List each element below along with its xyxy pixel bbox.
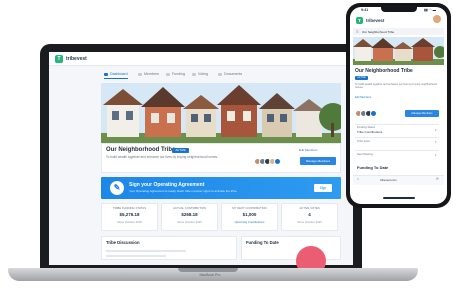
back-icon[interactable]: < xyxy=(357,177,359,181)
stat-value: $1,000 xyxy=(242,212,257,217)
nav-tab-documents[interactable]: Documents xyxy=(218,70,242,79)
phone-tribe-status-badge: ACTIVE xyxy=(355,76,368,80)
discussion-preview-line xyxy=(106,250,186,252)
dashboard-icon xyxy=(104,72,108,76)
upcoming-contributions-link[interactable]: Upcoming Contributions xyxy=(221,220,278,224)
phone-tribe-selector-label: Our Neighborhood Tribe xyxy=(362,30,395,34)
stat-value: $268.18 xyxy=(181,212,198,217)
chevron-down-icon: ▾ xyxy=(435,153,437,157)
sign-agreement-button[interactable]: Sign xyxy=(314,184,332,192)
avatar xyxy=(274,158,281,165)
nav-tab-label: Dashboard xyxy=(110,72,128,76)
phone-brand-name: tribevest xyxy=(366,18,385,23)
operating-agreement-banner xyxy=(101,177,341,199)
nav-tab-label: Funding xyxy=(172,72,185,76)
funding-icon xyxy=(166,72,170,76)
nav-tab-voting[interactable]: Voting xyxy=(192,70,208,79)
avatar xyxy=(370,110,377,117)
phone-tribe-description: To build wealth together and enhance our… xyxy=(355,83,437,90)
phone-funding-to-date-title: Funding To Date xyxy=(357,165,389,170)
phone-brand-logo-icon[interactable]: T xyxy=(356,17,363,24)
tribe-discussion-title: Tribe Discussion xyxy=(106,240,140,245)
manage-members-button[interactable]: Manage Members xyxy=(300,157,336,165)
phone-section-value: Tribe Contributions xyxy=(357,130,383,134)
chevron-down-icon: ▾ xyxy=(435,140,437,144)
app-topbar: T tribevest xyxy=(49,52,353,66)
documents-icon xyxy=(218,72,222,76)
laptop-hinge-notch xyxy=(178,268,238,272)
members-icon xyxy=(138,72,142,76)
tribe-description: To build wealth together and enhance our… xyxy=(106,155,218,159)
device-mockup-scene: T tribevest Dashboard Members Funding Vo… xyxy=(0,0,471,294)
stat-label: ACTIVE VOTES xyxy=(299,206,320,210)
houses-illustration xyxy=(101,83,341,145)
phone-section-label: Next Meeting xyxy=(357,153,373,156)
laptop-model-label: MacBook Pro xyxy=(199,273,221,277)
phone-houses-illustration xyxy=(353,37,444,65)
discussion-preview-line xyxy=(106,255,166,257)
nav-tab-members[interactable]: Members xyxy=(138,70,159,79)
chevron-down-icon: ▾ xyxy=(435,128,437,132)
phone-section-label: Tribe Goal xyxy=(357,140,370,143)
phone-hero-image xyxy=(353,37,444,65)
tribe-status-badge: ACTIVE xyxy=(172,148,189,153)
document-sign-icon: ✎ xyxy=(110,181,124,195)
phone-section-label: Funding Status xyxy=(357,126,376,129)
phone-status-icons: ▮▮ ◠ ▬ xyxy=(424,8,436,12)
stat-label: TRIBE FUNDING STATUS xyxy=(112,206,147,210)
stat-label: ACTUAL CONTRIBUTION xyxy=(173,206,206,210)
nav-tab-funding[interactable]: Funding xyxy=(166,70,185,79)
phone-home-indicator xyxy=(383,197,415,199)
menu-icon[interactable]: ☰ xyxy=(356,30,359,34)
tribe-title: Our Neighborhood Tribe xyxy=(106,147,176,153)
member-avatars[interactable] xyxy=(254,158,294,166)
tribe-hero-image xyxy=(101,83,341,145)
edit-members-link[interactable]: Edit Members xyxy=(299,148,318,152)
phone-manage-members-button[interactable]: Manage Members xyxy=(405,110,439,117)
phone-user-avatar[interactable] xyxy=(433,15,441,23)
phone-tribe-title: Our Neighborhood Tribe xyxy=(355,68,413,74)
brand-name: tribevest xyxy=(66,56,87,62)
stat-sub: Since October 2020 xyxy=(117,220,142,224)
nav-tab-dashboard[interactable]: Dashboard xyxy=(104,70,128,79)
stat-value: 4 xyxy=(308,212,311,217)
phone-browser-bar xyxy=(353,175,444,185)
funding-to-date-title: Funding To Date xyxy=(246,240,279,245)
phone-member-avatars[interactable] xyxy=(355,110,385,117)
phone-notch xyxy=(381,7,417,12)
nav-tab-label: Documents xyxy=(224,72,243,76)
voting-icon xyxy=(192,72,196,76)
nav-tab-label: Voting xyxy=(198,72,208,76)
nav-tab-label: Members xyxy=(144,72,159,76)
stat-label: MY NEXT CONTRIBUTION xyxy=(232,206,267,210)
stat-sub: Since October 2020 xyxy=(297,220,322,224)
stat-sub: Since October 2020 xyxy=(177,220,202,224)
brand-logo-icon[interactable]: T xyxy=(55,55,63,63)
phone-browser-url[interactable]: tribevest.com xyxy=(380,178,397,182)
banner-subtitle: Your Operating Agreement is ready. Each … xyxy=(129,189,238,193)
banner-title: Sign your Operating Agreement xyxy=(129,182,205,188)
phone-time: 9:41 xyxy=(361,8,369,12)
stat-value: $5,276.18 xyxy=(119,212,140,217)
phone-edit-members-link[interactable]: Edit Members xyxy=(355,96,371,99)
reload-icon[interactable]: ⟳ xyxy=(436,177,439,181)
